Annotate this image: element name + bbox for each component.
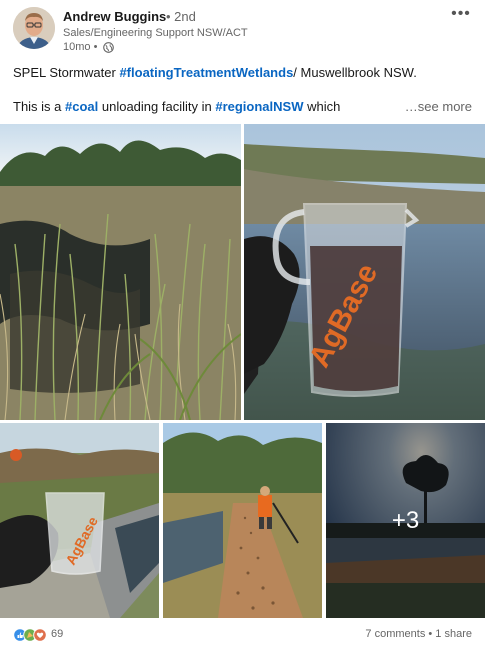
photo-cup-by-channel[interactable]: AgBase bbox=[0, 423, 159, 618]
author-avatar[interactable] bbox=[13, 7, 55, 49]
reaction-icons[interactable] bbox=[13, 628, 53, 642]
post-text: / Muswellbrook NSW. bbox=[293, 65, 417, 80]
photo-water-sample-cup[interactable]: AgBase bbox=[244, 124, 485, 420]
post-text: which bbox=[303, 99, 341, 114]
separator: • bbox=[425, 628, 436, 640]
reaction-count[interactable]: 69 bbox=[51, 628, 63, 640]
connection-degree: • 2nd bbox=[166, 9, 196, 24]
hashtag-link[interactable]: #coal bbox=[65, 99, 98, 114]
author-name[interactable]: Andrew Buggins bbox=[63, 9, 166, 24]
post-text: unloading facility in bbox=[98, 99, 216, 114]
comments-shares: 7 comments • 1 share bbox=[365, 628, 472, 640]
hashtag-link[interactable]: #regionalNSW bbox=[215, 99, 303, 114]
hashtag-link[interactable]: #floatingTreatmentWetlands bbox=[119, 65, 293, 80]
shares-link[interactable]: 1 share bbox=[435, 628, 472, 640]
post-timestamp: 10mo • bbox=[63, 41, 98, 53]
more-options-icon[interactable]: ••• bbox=[448, 4, 474, 24]
comments-link[interactable]: 7 comments bbox=[365, 628, 425, 640]
author-headline: Sales/Engineering Support NSW/ACT bbox=[63, 27, 248, 39]
post-text-line-1: SPEL Stormwater #floatingTreatmentWetlan… bbox=[13, 65, 473, 80]
more-photos-count[interactable]: +3 bbox=[326, 423, 485, 618]
see-more-button[interactable]: …see more bbox=[405, 99, 472, 114]
photo-boardwalk-worker[interactable] bbox=[163, 423, 322, 618]
post-text: This is a bbox=[13, 99, 66, 114]
photo-sunset-more[interactable]: +3 bbox=[326, 423, 485, 618]
social-counts-bar: 69 7 comments • 1 share bbox=[0, 623, 485, 647]
globe-icon bbox=[103, 40, 114, 53]
photo-wetland-grasses[interactable] bbox=[0, 124, 241, 420]
post-text: SPEL Stormwater bbox=[13, 65, 120, 80]
post-header: Andrew Buggins • 2nd Sales/Engineering S… bbox=[0, 0, 485, 60]
